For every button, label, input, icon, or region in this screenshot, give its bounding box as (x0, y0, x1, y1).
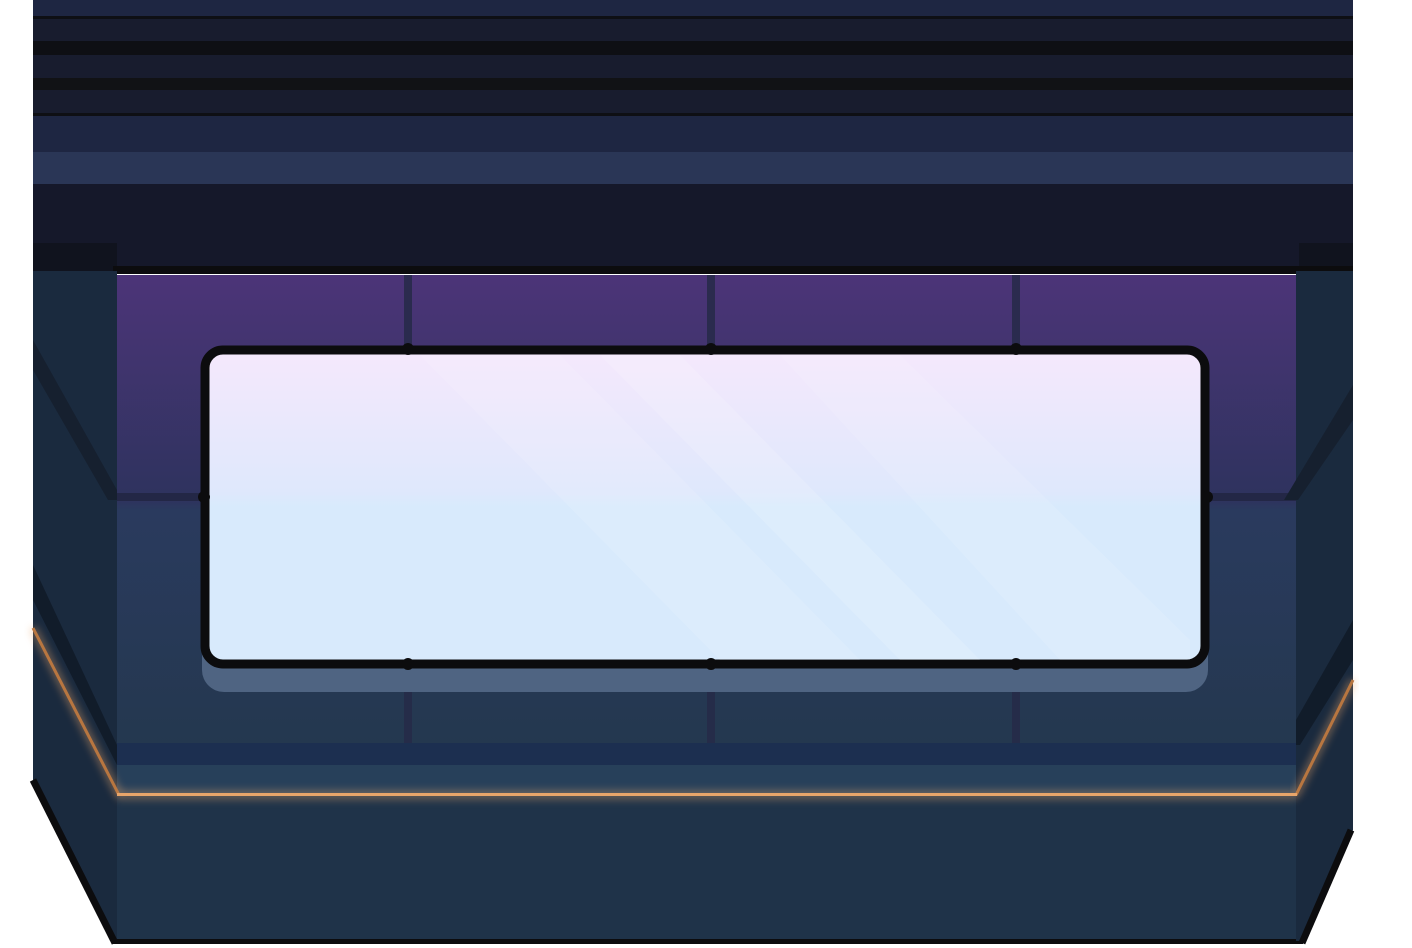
window-rivet (1010, 343, 1022, 355)
floor-lip (117, 743, 1297, 765)
window-rivet (402, 658, 414, 670)
light-strip (117, 793, 1297, 796)
ceiling-band (33, 55, 1353, 78)
ceiling-band (33, 0, 1353, 16)
window-rivet (705, 658, 717, 670)
window-rivet (1010, 658, 1022, 670)
window-rivet (705, 343, 717, 355)
ceiling-stripe (33, 113, 1353, 116)
left-wall (29, 271, 123, 945)
ceiling-band (33, 90, 1353, 113)
ceiling-edge-line (113, 266, 1353, 274)
ceiling-highlight (33, 152, 1353, 184)
window (198, 343, 1213, 692)
floor-edge (113, 939, 1303, 944)
ceiling-shadow (33, 184, 1353, 272)
ceiling-stripe (33, 16, 1353, 19)
floor (113, 743, 1303, 944)
ceiling-stripe (33, 41, 1353, 55)
ceiling-panels (33, 0, 1353, 272)
window-rivet (198, 491, 210, 503)
floor-light-strip (117, 790, 1297, 800)
window-rivet (402, 343, 414, 355)
ceiling-band (33, 116, 1353, 152)
window-rivet (1201, 491, 1213, 503)
ceiling-band (33, 19, 1353, 41)
ceiling-stripe (33, 78, 1353, 90)
ceiling-corner (33, 243, 117, 271)
room-scene (29, 0, 1357, 945)
floor-surface (117, 795, 1297, 941)
